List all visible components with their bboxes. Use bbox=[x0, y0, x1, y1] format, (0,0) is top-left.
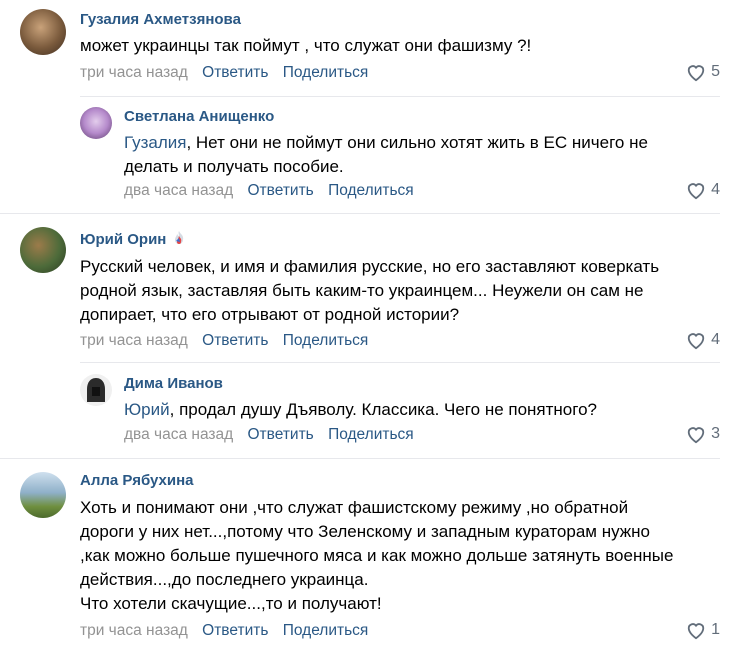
share-button[interactable]: Поделиться bbox=[328, 426, 414, 443]
reply-to-link[interactable]: Гузалия bbox=[124, 133, 186, 152]
author-name: Юрий Орин bbox=[80, 231, 167, 248]
comment-time[interactable]: три часа назад bbox=[80, 332, 188, 349]
like-button[interactable]: 1 bbox=[685, 620, 720, 640]
like-count: 1 bbox=[711, 621, 720, 638]
comment-text: Русский человек, и имя и фамилия русские… bbox=[80, 257, 660, 324]
comment-meta: два часа назад Ответить Поделиться bbox=[124, 426, 424, 444]
divider bbox=[0, 458, 720, 459]
divider bbox=[80, 96, 720, 97]
avatar[interactable] bbox=[20, 227, 66, 273]
heart-icon bbox=[687, 427, 705, 444]
comment-time[interactable]: три часа назад bbox=[80, 64, 188, 81]
heart-icon bbox=[687, 623, 705, 640]
comment-text: Хоть и понимают они ,что служат фашистск… bbox=[80, 498, 674, 613]
comment-meta: два часа назад Ответить Поделиться bbox=[124, 182, 424, 200]
avatar[interactable] bbox=[20, 472, 66, 518]
heart-icon bbox=[687, 65, 705, 82]
reply-button[interactable]: Ответить bbox=[248, 182, 314, 199]
comment-author[interactable]: Дима Иванов bbox=[124, 375, 223, 392]
like-count: 4 bbox=[711, 181, 720, 198]
divider bbox=[0, 213, 720, 214]
like-count: 5 bbox=[711, 63, 720, 80]
comment-meta: три часа назад Ответить Поделиться bbox=[80, 332, 378, 350]
comment-author[interactable]: Юрий Орин bbox=[80, 230, 186, 250]
share-button[interactable]: Поделиться bbox=[328, 182, 414, 199]
reply-button[interactable]: Ответить bbox=[202, 332, 268, 349]
like-button[interactable]: 3 bbox=[685, 424, 720, 444]
reply-button[interactable]: Ответить bbox=[202, 622, 268, 639]
like-button[interactable]: 4 bbox=[685, 330, 720, 350]
flame-badge-icon bbox=[172, 230, 186, 250]
like-count: 3 bbox=[711, 425, 720, 442]
comment-author[interactable]: Гузалия Ахметзянова bbox=[80, 11, 241, 28]
comment-author[interactable]: Светлана Анищенко bbox=[124, 108, 274, 125]
reply-button[interactable]: Ответить bbox=[248, 426, 314, 443]
comment-time[interactable]: три часа назад bbox=[80, 622, 188, 639]
avatar[interactable] bbox=[80, 374, 112, 406]
hooded-figure-icon bbox=[87, 378, 105, 402]
share-button[interactable]: Поделиться bbox=[283, 64, 369, 81]
comment-text: Гузалия, Нет они не поймут они сильно хо… bbox=[124, 131, 724, 179]
avatar[interactable] bbox=[20, 9, 66, 55]
comment-text: Юрий, продал душу Дъяволу. Классика. Чег… bbox=[124, 398, 724, 422]
share-button[interactable]: Поделиться bbox=[283, 622, 369, 639]
like-button[interactable]: 4 bbox=[685, 180, 720, 200]
like-count: 4 bbox=[711, 331, 720, 348]
comment-body: , продал душу Дъяволу. Классика. Чего не… bbox=[169, 400, 597, 419]
like-button[interactable]: 5 bbox=[685, 62, 720, 82]
comment-meta: три часа назад Ответить Поделиться bbox=[80, 64, 378, 82]
share-button[interactable]: Поделиться bbox=[283, 332, 369, 349]
divider bbox=[80, 362, 720, 363]
comment-time[interactable]: два часа назад bbox=[124, 426, 233, 443]
comment-author[interactable]: Алла Рябухина bbox=[80, 472, 194, 489]
reply-button[interactable]: Ответить bbox=[202, 64, 268, 81]
comment-text: может украинцы так поймут , что служат о… bbox=[80, 36, 532, 55]
avatar[interactable] bbox=[80, 107, 112, 139]
comment-meta: три часа назад Ответить Поделиться bbox=[80, 622, 378, 640]
comment-time[interactable]: два часа назад bbox=[124, 182, 233, 199]
comment-body: , Нет они не поймут они сильно хотят жит… bbox=[124, 133, 648, 176]
reply-to-link[interactable]: Юрий bbox=[124, 400, 170, 419]
heart-icon bbox=[687, 183, 705, 200]
heart-icon bbox=[687, 333, 705, 350]
